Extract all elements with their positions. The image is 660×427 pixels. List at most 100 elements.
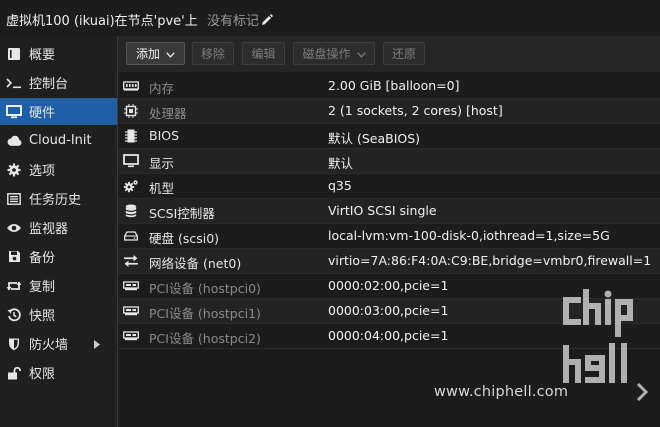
- chiphell-watermark-logo: [558, 288, 654, 416]
- hardware-value: 0000:04:00,pcie=1: [328, 328, 449, 343]
- sidebar-item-monitor[interactable]: 监视器: [0, 214, 117, 241]
- sidebar-item-cloud-init[interactable]: Cloud-Init: [0, 127, 117, 154]
- hardware-row-bios[interactable]: BIOS 默认 (SeaBIOS): [118, 124, 660, 149]
- sidebar-item-task-history[interactable]: 任务历史: [0, 185, 117, 212]
- hardware-key: 硬盘 (scsi0): [149, 231, 220, 246]
- hardware-key: BIOS: [149, 128, 180, 143]
- hardware-row-network-device[interactable]: 网络设备 (net0) virtio=7A:86:F4:0A:C9:BE,bri…: [118, 249, 660, 274]
- sidebar-item-permissions[interactable]: 权限: [0, 359, 117, 386]
- memory-icon: [123, 79, 139, 93]
- shield-icon: [6, 336, 22, 352]
- chevron-down-icon: [356, 43, 366, 66]
- disk-action-button[interactable]: 磁盘操作: [293, 42, 375, 65]
- hardware-key: PCI设备 (hostpci1): [149, 306, 261, 321]
- expand-arrow-icon[interactable]: [94, 338, 100, 353]
- add-button[interactable]: 添加: [126, 42, 185, 65]
- book-icon: [6, 46, 22, 62]
- database-icon: [123, 204, 139, 218]
- sidebar-item-label: 快照: [29, 309, 56, 324]
- hardware-key: 机型: [149, 181, 175, 196]
- hardware-value: 0000:03:00,pcie=1: [328, 303, 449, 318]
- floppy-icon: [6, 249, 22, 265]
- vm-hardware-view: 虚拟机100 (ikuai)在节点'pve'上 没有标记 概要 控制台 硬件 C…: [0, 0, 660, 427]
- sidebar-item-options[interactable]: 选项: [0, 156, 117, 183]
- disk-action-button-label: 磁盘操作: [302, 47, 351, 61]
- sidebar-item-label: 控制台: [29, 77, 69, 92]
- add-button-label: 添加: [135, 47, 160, 61]
- cogs-icon: [123, 179, 139, 193]
- hardware-key: 显示: [149, 156, 175, 171]
- sidebar-item-console[interactable]: 控制台: [0, 69, 117, 96]
- revert-button-label: 还原: [391, 47, 416, 61]
- hardware-value: 默认: [328, 156, 354, 171]
- sidebar-item-label: 防火墙: [29, 338, 69, 353]
- hardware-value: q35: [328, 178, 352, 193]
- hardware-key: 内存: [149, 81, 175, 96]
- gear-icon: [6, 162, 22, 178]
- hardware-value: 默认 (SeaBIOS): [328, 131, 421, 146]
- terminal-icon: [6, 75, 22, 91]
- cloud-icon: [6, 133, 22, 149]
- sidebar-item-firewall[interactable]: 防火墙: [0, 330, 117, 357]
- exchange-icon: [123, 254, 139, 268]
- cpu-icon: [123, 104, 139, 118]
- sidebar-item-label: 备份: [29, 251, 56, 266]
- header-bar: 虚拟机100 (ikuai)在节点'pve'上 没有标记: [0, 0, 660, 36]
- sidebar: 概要 控制台 硬件 Cloud-Init 选项 任务历史 监视器 备份 复制 快…: [0, 36, 118, 427]
- microchip-icon: [123, 129, 139, 143]
- pci-icon: [123, 329, 139, 343]
- monitor-icon: [6, 104, 22, 120]
- hdd-icon: [123, 229, 139, 243]
- eye-icon: [6, 220, 22, 236]
- sidebar-item-backup[interactable]: 备份: [0, 243, 117, 270]
- sidebar-item-label: 选项: [29, 164, 56, 179]
- hardware-row-display[interactable]: 显示 默认: [118, 149, 660, 174]
- sidebar-item-label: Cloud-Init: [29, 133, 92, 148]
- hardware-value: virtio=7A:86:F4:0A:C9:BE,bridge=vmbr0,fi…: [328, 253, 652, 268]
- sidebar-item-label: 任务历史: [29, 193, 82, 208]
- hardware-row-machine[interactable]: 机型 q35: [118, 174, 660, 199]
- edit-button[interactable]: 编辑: [242, 42, 285, 65]
- sidebar-item-summary[interactable]: 概要: [0, 40, 117, 67]
- vm-title: 虚拟机100 (ikuai)在节点'pve'上: [6, 14, 198, 29]
- hardware-row-processor[interactable]: 处理器 2 (1 sockets, 2 cores) [host]: [118, 99, 660, 124]
- hardware-toolbar: 添加 移除 编辑 磁盘操作 还原: [118, 36, 660, 72]
- hardware-key: 网络设备 (net0): [149, 256, 242, 271]
- hardware-value: 0000:02:00,pcie=1: [328, 278, 449, 293]
- revert-button[interactable]: 还原: [383, 42, 425, 65]
- list-icon: [6, 191, 22, 207]
- hardware-value: 2 (1 sockets, 2 cores) [host]: [328, 103, 503, 118]
- pencil-icon[interactable]: [261, 13, 274, 30]
- hardware-value: local-lvm:vm-100-disk-0,iothread=1,size=…: [328, 228, 610, 243]
- hardware-key: 处理器: [149, 106, 187, 121]
- sidebar-item-snapshots[interactable]: 快照: [0, 301, 117, 328]
- tags-label: 没有标记: [207, 14, 260, 29]
- sidebar-item-label: 权限: [29, 367, 56, 382]
- hardware-row-memory[interactable]: 内存 2.00 GiB [balloon=0]: [118, 74, 660, 99]
- pci-icon: [123, 304, 139, 318]
- remove-button-label: 移除: [200, 47, 225, 61]
- retweet-icon: [6, 278, 22, 294]
- unlock-icon: [6, 365, 22, 381]
- hardware-key: SCSI控制器: [149, 206, 215, 221]
- hardware-value: VirtIO SCSI single: [328, 203, 437, 218]
- display-icon: [123, 154, 139, 168]
- sidebar-item-hardware[interactable]: 硬件: [0, 98, 117, 125]
- sidebar-item-label: 复制: [29, 280, 56, 295]
- hardware-value: 2.00 GiB [balloon=0]: [328, 78, 460, 93]
- edit-button-label: 编辑: [251, 47, 276, 61]
- sidebar-item-replication[interactable]: 复制: [0, 272, 117, 299]
- chevron-down-icon: [166, 43, 175, 66]
- hardware-key: PCI设备 (hostpci0): [149, 281, 261, 296]
- pci-icon: [123, 279, 139, 293]
- sidebar-item-label: 硬件: [29, 106, 56, 121]
- hardware-row-hard-disk[interactable]: 硬盘 (scsi0) local-lvm:vm-100-disk-0,iothr…: [118, 224, 660, 249]
- watermark-url: www.chiphell.com: [434, 384, 569, 400]
- history-icon: [6, 307, 22, 323]
- tags-edit[interactable]: 没有标记: [207, 10, 274, 30]
- sidebar-item-label: 概要: [29, 48, 56, 63]
- hardware-key: PCI设备 (hostpci2): [149, 331, 261, 346]
- sidebar-item-label: 监视器: [29, 222, 69, 237]
- hardware-row-scsi-controller[interactable]: SCSI控制器 VirtIO SCSI single: [118, 199, 660, 224]
- remove-button[interactable]: 移除: [192, 42, 234, 65]
